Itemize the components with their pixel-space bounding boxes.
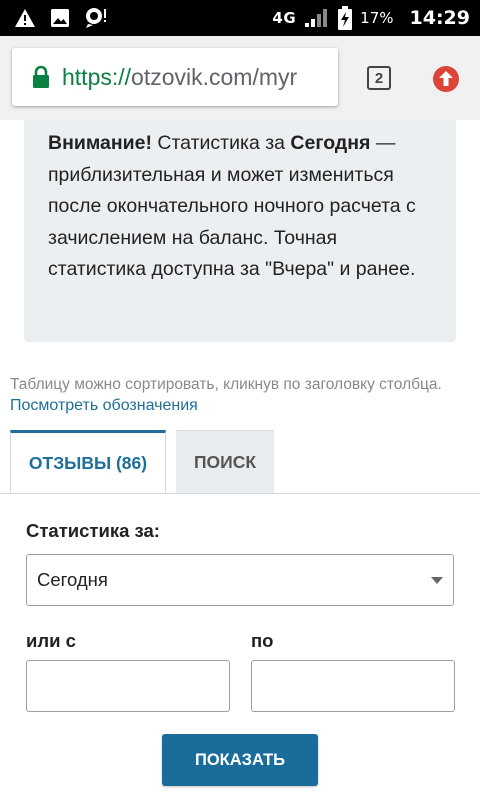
period-label: Статистика за: — [26, 520, 160, 541]
lock-icon — [33, 65, 49, 88]
notice-text-part1: Статистика за — [151, 132, 291, 154]
update-available-icon[interactable] — [432, 65, 460, 93]
statistics-notice: Внимание! Статистика за Сегодня — прибли… — [24, 120, 456, 342]
date-to-label: по — [251, 630, 274, 651]
url-text: https://otzovik.com/myr — [62, 64, 297, 91]
signal-icon — [305, 9, 328, 27]
statistics-form: Статистика за: Сегодня или с по Показать — [0, 493, 480, 800]
url-host: otzovik.com/myr — [131, 63, 298, 90]
status-bar-right: 4G 17% 14:29 — [272, 0, 470, 36]
notice-warning-label: Внимание! — [48, 132, 152, 154]
tab-switcher-button[interactable]: 2 — [367, 66, 391, 90]
image-icon — [51, 9, 69, 27]
status-bar-left — [14, 6, 108, 30]
address-bar[interactable]: https://otzovik.com/myr — [12, 48, 338, 106]
show-button[interactable]: Показать — [162, 734, 318, 786]
battery-percent: 17% — [360, 9, 394, 27]
battery-charging-icon — [338, 6, 353, 30]
browser-toolbar: https://otzovik.com/myr 2 — [0, 36, 480, 120]
date-to-input[interactable] — [251, 660, 455, 712]
tab-search[interactable]: Поиск — [176, 430, 274, 494]
url-scheme: https:// — [62, 63, 132, 90]
network-type: 4G — [272, 9, 297, 27]
dropdown-arrow-icon — [431, 577, 443, 584]
period-select[interactable]: Сегодня — [26, 554, 454, 606]
warning-icon — [15, 9, 35, 27]
clock: 14:29 — [409, 7, 470, 29]
notice-period-label: Сегодня — [290, 132, 371, 154]
notification-icon — [86, 8, 106, 28]
legend-link[interactable]: Посмотреть обозначения — [10, 397, 198, 415]
sort-hint: Таблицу можно сортировать, кликнув по за… — [10, 376, 442, 393]
notice-text-part2: — приблизительная и может измениться пос… — [48, 132, 416, 280]
date-from-label: или с — [26, 630, 76, 651]
tab-reviews[interactable]: Отзывы (86) — [10, 430, 166, 494]
period-select-value: Сегодня — [37, 569, 108, 590]
date-from-input[interactable] — [26, 660, 230, 712]
url-fade — [308, 48, 338, 106]
status-bar: 4G 17% 14:29 — [0, 0, 480, 36]
